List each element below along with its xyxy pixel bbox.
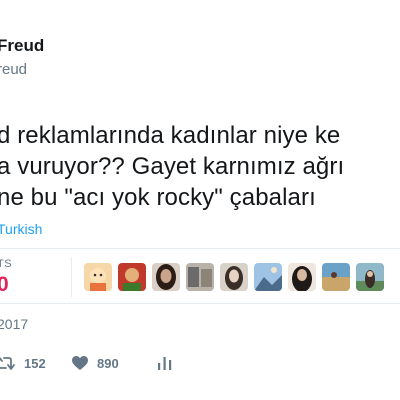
avatar-beach-icon[interactable] xyxy=(322,263,350,291)
avatar-woman-outdoor-icon[interactable] xyxy=(356,263,384,291)
avatar-woman-dark-hair-icon[interactable] xyxy=(152,263,180,291)
stats-separator xyxy=(71,257,72,297)
translate-from-link[interactable]: Turkish xyxy=(0,221,42,237)
tweet-timestamp[interactable]: 2017 xyxy=(0,316,28,332)
user-display-name[interactable]: Freud xyxy=(0,36,44,56)
retweet-count: 152 xyxy=(24,355,46,371)
liked-by-avatars xyxy=(84,263,384,291)
analytics-button[interactable] xyxy=(157,355,173,371)
avatar-woman-long-hair-icon[interactable] xyxy=(288,263,316,291)
analytics-icon xyxy=(157,355,173,371)
retweet-icon xyxy=(0,355,16,371)
tweet-text-line-3: ne bu "acı yok rocky" çabaları xyxy=(0,184,316,211)
tweet-card: Freud reud d reklamlarında kadınlar niye… xyxy=(0,0,400,400)
avatar-woman-portrait-icon[interactable] xyxy=(220,263,248,291)
heart-icon xyxy=(71,355,89,371)
like-button[interactable]: 890 xyxy=(71,355,119,371)
tweet-actions: 152 890 xyxy=(0,355,400,379)
like-count: 890 xyxy=(97,355,119,371)
likes-stat-label: TS xyxy=(0,258,13,270)
user-handle[interactable]: reud xyxy=(0,61,27,78)
retweet-button[interactable]: 152 xyxy=(0,355,46,371)
avatar-landscape-icon[interactable] xyxy=(254,263,282,291)
tweet-text-line-1: d reklamlarında kadınlar niye ke xyxy=(0,122,341,149)
divider xyxy=(0,248,400,249)
tweet-text-line-2: a vuruyor?? Gayet karnımız ağrı xyxy=(0,153,345,180)
likes-stat-value[interactable]: 0 xyxy=(0,273,9,297)
avatar-red-cartoon-icon[interactable] xyxy=(118,263,146,291)
divider xyxy=(0,303,400,304)
avatar-photo-group-icon[interactable] xyxy=(186,263,214,291)
avatar-cartoon-icon[interactable] xyxy=(84,263,112,291)
